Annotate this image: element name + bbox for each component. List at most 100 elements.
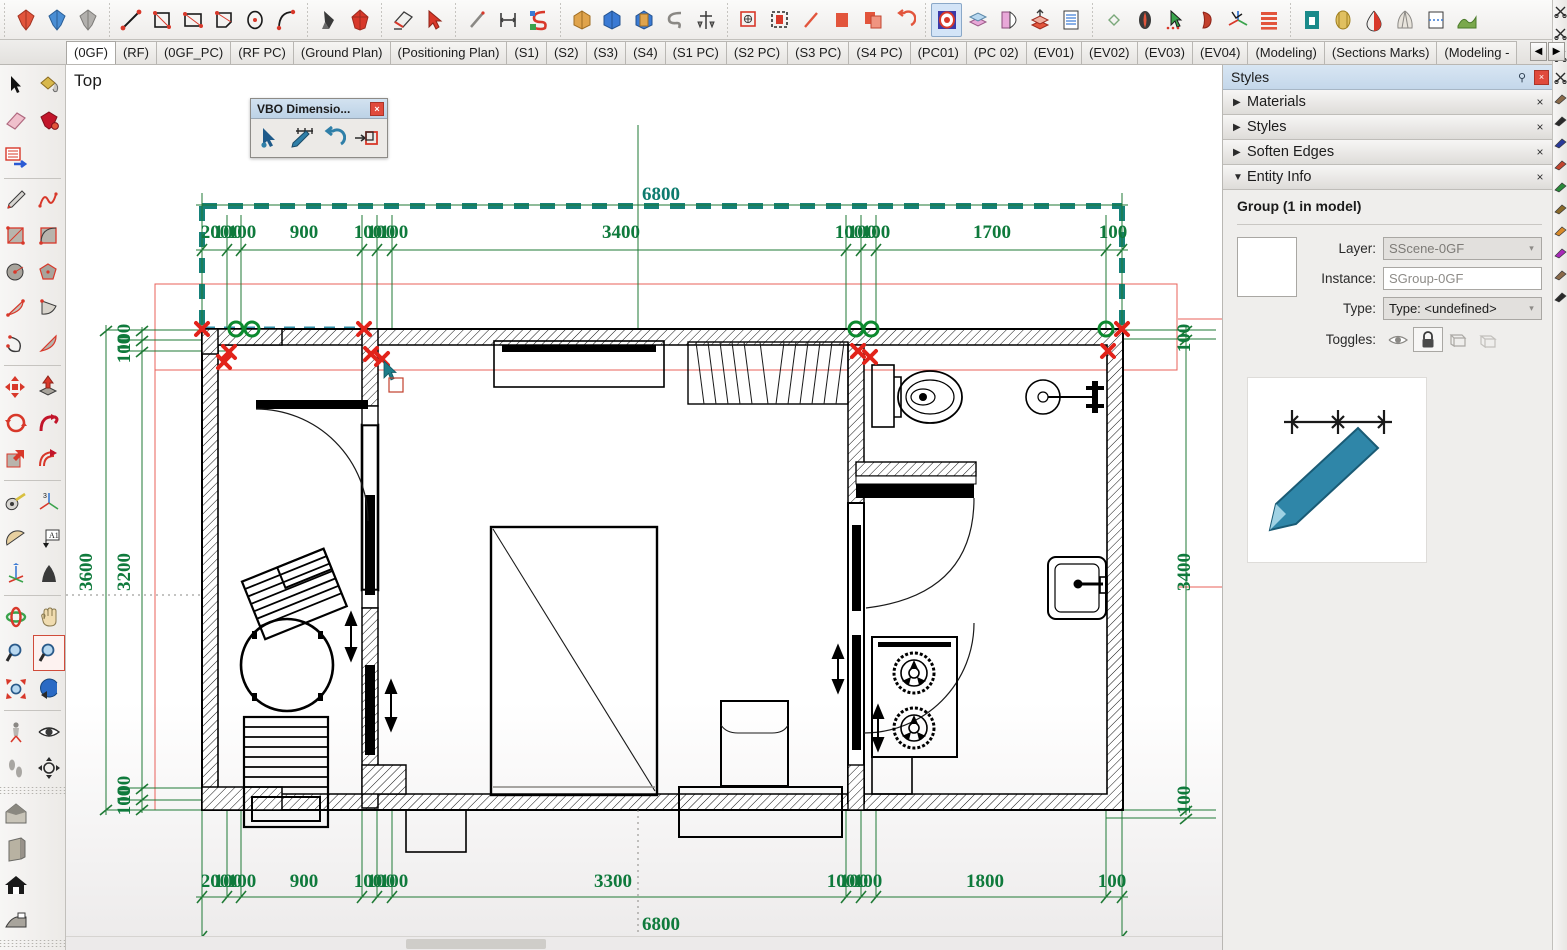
pushpull-tool-icon[interactable] [313,3,344,37]
cut-icon[interactable] [1553,22,1567,44]
section-fill-icon[interactable] [764,3,795,37]
pin-icon[interactable]: ⚲ [1514,69,1530,85]
instance-input[interactable]: SGroup-0GF [1383,267,1542,290]
close-icon[interactable]: × [1532,119,1548,135]
eraser-icon[interactable] [0,103,33,139]
barrel-icon[interactable] [1327,3,1358,37]
solid-subtract-icon[interactable] [659,3,690,37]
home-icon[interactable] [0,867,33,903]
circle-icon[interactable] [0,254,33,290]
scene-tab-17[interactable]: (EV02) [1081,41,1138,64]
orbit-gray-icon[interactable] [72,3,103,37]
close-icon[interactable]: × [1534,69,1549,85]
close-icon[interactable]: × [1532,94,1548,110]
look-around-icon[interactable] [33,714,66,750]
scale-icon[interactable] [0,441,33,477]
section-materials[interactable]: ▶ Materials × [1223,90,1552,115]
dimension-tool-icon[interactable] [492,3,523,37]
close-icon[interactable]: × [1532,144,1548,160]
scene-tab-5[interactable]: (Positioning Plan) [389,41,508,64]
scene-tab-10[interactable]: (S1 PC) [664,41,727,64]
type-select[interactable]: Type: <undefined> ▾ [1383,297,1542,320]
vbo-dimension-pencil-icon[interactable] [286,123,317,153]
walk-icon[interactable] [0,750,33,786]
scene-tab-19[interactable]: (EV04) [1191,41,1249,64]
rectangle-tool-icon[interactable] [146,3,177,37]
scene-tab-7[interactable]: (S2) [545,41,587,64]
solid-intersect-icon[interactable] [597,3,628,37]
scene-tab-6[interactable]: (S1) [506,41,547,64]
offset-icon[interactable] [33,441,66,477]
follow-me-icon[interactable] [33,405,66,441]
report-list-icon[interactable] [1055,3,1086,37]
previous-view-icon[interactable] [33,671,66,707]
undo-red-icon[interactable] [888,3,919,37]
layers-stack-icon[interactable] [962,3,993,37]
section-styles[interactable]: ▶ Styles × [1223,115,1552,140]
scene-tab-3[interactable]: (RF PC) [230,41,294,64]
arc-filled-icon[interactable] [33,326,66,362]
scene-tab-15[interactable]: (PC 02) [965,41,1027,64]
scene-tab-9[interactable]: (S4) [625,41,666,64]
material-swatch[interactable] [1237,237,1297,297]
scrollbar-thumb[interactable] [406,939,546,949]
select-arrow-icon[interactable] [0,67,33,103]
zoom-extents-icon[interactable] [0,671,33,707]
3d-text-icon[interactable] [33,556,66,592]
frame-icon[interactable] [1420,3,1451,37]
style-thumb-9-icon[interactable] [1553,286,1567,308]
tab-scroll-left-button[interactable]: ◀ [1530,42,1547,61]
scene-tab-22[interactable]: (Modeling - [1436,41,1518,64]
component-red-icon[interactable] [33,103,66,139]
roof-icon[interactable] [0,903,33,939]
rotated-rectangle-icon[interactable] [33,218,66,254]
scene-tab-2[interactable]: (0GF_PC) [155,41,232,64]
scene-tab-20[interactable]: (Modeling) [1247,41,1325,64]
close-icon[interactable]: × [1532,169,1548,185]
arc-3point-icon[interactable] [0,326,33,362]
copy-red-icon[interactable] [857,3,888,37]
lock-icon[interactable] [1413,327,1443,352]
style-thumb-0-icon[interactable] [1553,88,1567,110]
visibility-eye-icon[interactable] [1383,327,1413,352]
freehand-icon[interactable] [33,182,66,218]
receives-shadow-icon[interactable] [1443,327,1473,352]
box-model-icon[interactable] [33,795,66,831]
scene-tab-14[interactable]: (PC01) [909,41,967,64]
fill-red-icon[interactable] [826,3,857,37]
paint-bucket-icon[interactable] [33,67,66,103]
tape-measure-icon[interactable] [0,484,33,520]
text-tool-icon[interactable]: A1 [33,520,66,556]
model-canvas[interactable]: Top 200 100 100 900 100 100 100 3400 100… [66,65,1222,950]
orbit-red-icon[interactable] [10,3,41,37]
house-model-icon[interactable] [0,795,33,831]
horizontal-scrollbar[interactable] [66,936,1222,950]
tab-scroll-right-button[interactable]: ▶ [1548,42,1565,61]
paint-red-icon[interactable] [1191,3,1222,37]
vbo-push-to-icon[interactable] [350,123,381,153]
panel-titlebar[interactable]: Styles ⚲ × [1223,65,1552,90]
arc-pie-icon[interactable] [33,290,66,326]
add-section-plane-icon[interactable] [733,3,764,37]
vbo-dialog-titlebar[interactable]: VBO Dimensio... × [251,99,387,119]
zoom-window-icon[interactable] [32,635,65,671]
eraser-tool-icon[interactable] [387,3,418,37]
vbo-select-icon[interactable] [254,123,285,153]
pan-icon[interactable] [33,599,66,635]
scene-tab-18[interactable]: (EV03) [1136,41,1193,64]
select-cursor-icon[interactable] [1160,3,1191,37]
style-thumb-8-icon[interactable] [1553,264,1567,286]
style-thumb-5-icon[interactable] [1553,198,1567,220]
axes-icon[interactable]: 3 [33,484,66,520]
polygon-icon[interactable] [33,254,66,290]
line-red-icon[interactable] [795,3,826,37]
scene-tab-1[interactable]: (RF) [114,41,157,64]
move-icon[interactable] [0,369,33,405]
scene-tab-0[interactable]: (0GF) [66,41,116,64]
solid-outer-shell-icon[interactable] [566,3,597,37]
pushpull-icon[interactable] [33,369,66,405]
protractor-icon[interactable] [0,520,33,556]
casts-shadow-icon[interactable] [1473,327,1503,352]
style-thumb-6-icon[interactable] [1553,220,1567,242]
vbo-dimension-dialog[interactable]: VBO Dimensio... × [250,98,388,158]
